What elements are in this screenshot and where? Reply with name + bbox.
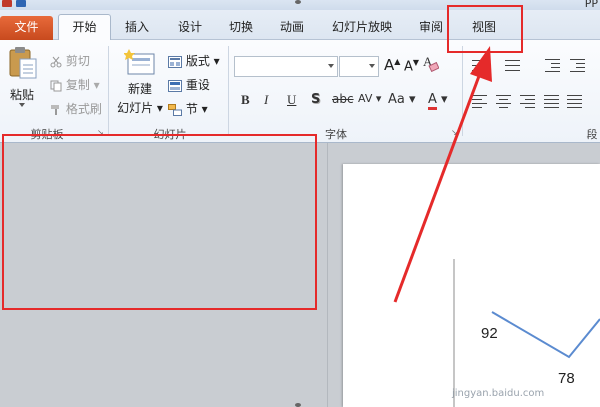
- view-tab-highlight: [447, 5, 523, 53]
- dialog-launcher-icon[interactable]: ↘: [451, 128, 458, 137]
- character-spacing-label: AV: [358, 92, 373, 105]
- thumbnail-pane-highlight: [2, 134, 317, 310]
- paste-label: 粘贴: [10, 88, 35, 102]
- data-label: 78: [558, 370, 575, 387]
- chevron-down-icon[interactable]: [328, 64, 334, 68]
- tab-home[interactable]: 开始: [58, 14, 111, 41]
- decrease-indent-icon[interactable]: [545, 58, 560, 72]
- grow-font-label: A: [384, 56, 395, 74]
- resize-handle[interactable]: [295, 0, 301, 4]
- copy-label: 复制: [65, 78, 90, 92]
- app-icon[interactable]: [2, 0, 12, 7]
- layout-icon: [168, 55, 182, 68]
- window-title: PP: [584, 0, 598, 10]
- ribbon: 粘贴 剪切 复制 ▾ 格式刷 剪贴板 ↘ 新建 幻灯片 ▾ 版式 ▾ 重设 节 …: [0, 40, 600, 143]
- shrink-font-button[interactable]: A▼: [404, 58, 419, 74]
- tab-transitions[interactable]: 切换: [221, 15, 261, 40]
- font-group-label: 字体: [325, 128, 347, 141]
- series-line: [491, 311, 600, 359]
- align-center-icon[interactable]: [496, 94, 511, 108]
- reset-button[interactable]: 重设: [168, 76, 210, 93]
- increase-indent-icon[interactable]: [570, 58, 585, 72]
- font-color-button[interactable]: A ▾: [428, 92, 448, 110]
- new-slide-label-line2-text: 幻灯片: [117, 101, 154, 115]
- numbering-icon[interactable]: [505, 58, 520, 71]
- scissors-icon: [50, 56, 62, 67]
- chevron-down-icon[interactable]: [19, 103, 25, 107]
- watermark-text: jingyan.baidu.com: [452, 388, 545, 399]
- cut-button[interactable]: 剪切: [50, 52, 90, 69]
- clear-format-button[interactable]: A: [423, 54, 439, 72]
- tab-insert[interactable]: 插入: [117, 15, 157, 40]
- bullets-icon[interactable]: [472, 58, 487, 71]
- shadow-button[interactable]: S: [311, 92, 320, 107]
- align-right-icon[interactable]: [520, 94, 535, 108]
- reset-label: 重设: [185, 78, 210, 92]
- slide-canvas[interactable]: 92 78: [343, 164, 600, 407]
- tab-design[interactable]: 设计: [170, 15, 210, 40]
- shrink-font-label: A: [404, 59, 413, 75]
- tab-review[interactable]: 审阅: [411, 15, 451, 40]
- new-slide-icon: [124, 49, 155, 75]
- eraser-icon: A: [423, 54, 439, 72]
- paragraph-group-label: 段: [586, 128, 598, 141]
- font-size-combo[interactable]: [339, 56, 379, 77]
- layout-label: 版式: [185, 54, 210, 68]
- brush-icon: [51, 104, 59, 115]
- new-slide-button[interactable]: 新建 幻灯片 ▾: [117, 48, 163, 122]
- resize-handle[interactable]: [295, 403, 301, 407]
- character-spacing-button[interactable]: AV ▾: [358, 92, 381, 105]
- justify-icon[interactable]: [544, 94, 559, 108]
- distributed-icon[interactable]: [567, 94, 582, 108]
- copy-button[interactable]: 复制 ▾: [50, 76, 100, 93]
- change-case-label: Aa: [388, 92, 405, 107]
- font-name-combo[interactable]: [234, 56, 338, 77]
- section-label: 节: [185, 102, 198, 116]
- change-case-button[interactable]: Aa ▾: [388, 92, 416, 107]
- chevron-down-icon[interactable]: [369, 64, 375, 68]
- reset-icon: [168, 79, 182, 92]
- group-separator: [228, 46, 229, 136]
- section-button[interactable]: 节 ▾: [168, 100, 208, 117]
- layout-button[interactable]: 版式 ▾: [168, 52, 220, 69]
- tab-animations[interactable]: 动画: [272, 15, 312, 40]
- italic-button[interactable]: I: [264, 92, 268, 108]
- new-slide-label-line1: 新建: [127, 82, 152, 96]
- strikethrough-button[interactable]: abc: [332, 92, 354, 106]
- group-separator: [108, 46, 109, 136]
- grow-font-button[interactable]: A▲: [384, 56, 400, 74]
- bold-button[interactable]: B: [241, 92, 250, 108]
- data-label: 92: [481, 325, 498, 342]
- align-left-icon[interactable]: [472, 94, 487, 108]
- cut-label: 剪切: [65, 54, 90, 68]
- copy-icon: [50, 80, 62, 91]
- font-color-label: A: [428, 92, 437, 110]
- tab-file[interactable]: 文件: [0, 16, 53, 40]
- line-chart[interactable]: 92 78: [343, 164, 600, 407]
- format-painter-label: 格式刷: [65, 102, 102, 116]
- format-painter-button[interactable]: 格式刷: [50, 100, 102, 117]
- tab-slideshow[interactable]: 幻灯片放映: [326, 15, 398, 40]
- paste-button[interactable]: 粘贴: [6, 46, 40, 107]
- group-separator: [462, 46, 463, 136]
- underline-button[interactable]: U: [287, 92, 296, 108]
- section-icon: [168, 103, 182, 116]
- new-slide-label-line2: 幻灯片 ▾: [117, 101, 163, 115]
- quick-access-icon[interactable]: [16, 0, 26, 7]
- clipboard-icon: [9, 47, 37, 79]
